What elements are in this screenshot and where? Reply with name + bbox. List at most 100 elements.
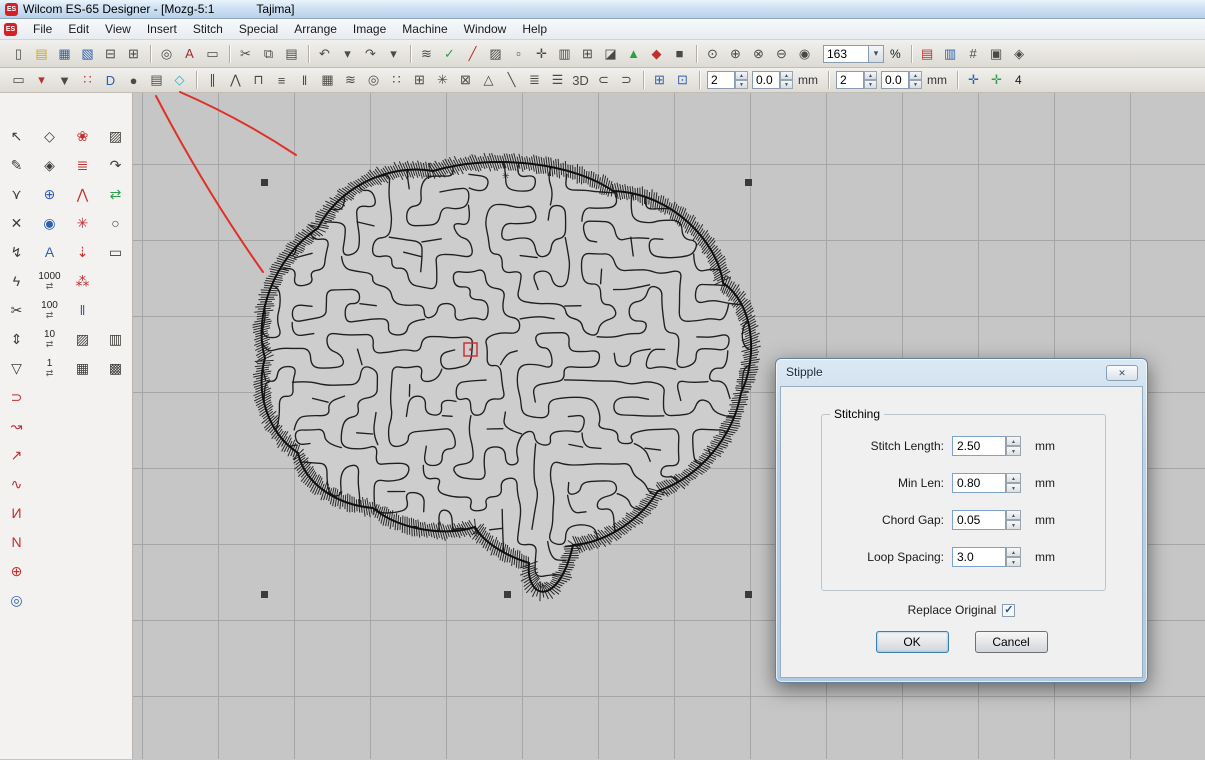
- rectangle-icon[interactable]: ▭: [103, 241, 129, 263]
- m-stitch-icon[interactable]: N: [4, 531, 30, 553]
- spin-up-button[interactable]: ▲: [1006, 547, 1021, 557]
- satin-icon[interactable]: ∥: [202, 70, 223, 91]
- lattice-icon[interactable]: ⊞: [409, 70, 430, 91]
- ok-button[interactable]: OK: [876, 631, 949, 653]
- zoom-out-icon[interactable]: ⊖: [771, 43, 792, 64]
- open-curve-icon[interactable]: ⊃: [4, 386, 30, 408]
- weave-icon[interactable]: ⊠: [455, 70, 476, 91]
- menu-special[interactable]: Special: [231, 20, 286, 38]
- mesh-fill-icon[interactable]: ▨: [70, 328, 96, 350]
- sphere-icon[interactable]: ●: [123, 70, 144, 91]
- polygon-icon[interactable]: ◈: [37, 154, 63, 176]
- fill-table-icon[interactable]: ⊞: [577, 43, 598, 64]
- stipple-icon[interactable]: ▤: [146, 70, 167, 91]
- stitch-length-input[interactable]: [952, 436, 1006, 456]
- stepper-buttons[interactable]: ▲▼: [864, 71, 877, 89]
- knife-icon[interactable]: ✕: [4, 212, 30, 234]
- stepper-buttons[interactable]: ▲▼: [780, 71, 793, 89]
- print-icon[interactable]: ⊟: [100, 43, 121, 64]
- branch-icon[interactable]: ⋎: [4, 183, 30, 205]
- stepper-offset-a-input[interactable]: [707, 71, 735, 89]
- design-properties-icon[interactable]: ▣: [986, 43, 1007, 64]
- dense-fill-icon[interactable]: ≣: [524, 70, 545, 91]
- process-icon[interactable]: ✓: [439, 43, 460, 64]
- backstitch-icon[interactable]: ╲: [501, 70, 522, 91]
- jump-stitch-icon[interactable]: ↗: [4, 444, 30, 466]
- n-stitch-icon[interactable]: И: [4, 502, 30, 524]
- paste-icon[interactable]: ▤: [281, 43, 302, 64]
- nudge-1000[interactable]: 1000⇄: [35, 270, 65, 292]
- e-stitch-icon[interactable]: ⊓: [248, 70, 269, 91]
- measure-icon[interactable]: ⊙: [702, 43, 723, 64]
- design-d-icon[interactable]: D: [100, 70, 121, 91]
- updown-icon[interactable]: ⇕: [4, 328, 30, 350]
- menu-insert[interactable]: Insert: [139, 20, 185, 38]
- nudge-1[interactable]: 1⇄: [35, 357, 65, 379]
- spiral-icon[interactable]: ◎: [363, 70, 384, 91]
- block-a-icon[interactable]: ▥: [103, 328, 129, 350]
- shade-fill-icon[interactable]: ▦: [70, 357, 96, 379]
- hoop-icon[interactable]: ◎: [156, 43, 177, 64]
- nudge-10[interactable]: 10⇄: [35, 328, 65, 350]
- spin-up-button[interactable]: ▲: [1006, 473, 1021, 483]
- peak-icon[interactable]: △: [478, 70, 499, 91]
- spiral-blue-icon[interactable]: ◎: [4, 589, 30, 611]
- replace-original-checkbox[interactable]: ✓: [1002, 604, 1015, 617]
- bars-icon[interactable]: ‖: [294, 70, 315, 91]
- copy-icon[interactable]: ⧉: [258, 43, 279, 64]
- triple-run-icon[interactable]: ⁂: [70, 270, 96, 292]
- power-icon[interactable]: ϟ: [4, 270, 30, 292]
- flower-icon[interactable]: ❀: [70, 125, 96, 147]
- applique-icon[interactable]: ◆: [646, 43, 667, 64]
- pillars-icon[interactable]: ‖: [70, 299, 96, 321]
- wave-run-icon[interactable]: ↝: [4, 415, 30, 437]
- block-b-icon[interactable]: ▩: [103, 357, 129, 379]
- menu-machine[interactable]: Machine: [394, 20, 455, 38]
- column-icon[interactable]: ▥: [554, 43, 575, 64]
- menu-image[interactable]: Image: [345, 20, 394, 38]
- thread-colors-icon[interactable]: ▥: [940, 43, 961, 64]
- stepper-buttons[interactable]: ▲▼: [735, 71, 748, 89]
- dropdown-icon[interactable]: ▼: [54, 70, 75, 91]
- zoom-input[interactable]: [823, 45, 869, 63]
- zoom-dropdown-icon[interactable]: ▾: [869, 45, 884, 63]
- menu-arrange[interactable]: Arrange: [286, 20, 345, 38]
- menu-stitch[interactable]: Stitch: [185, 20, 231, 38]
- zoom-box-icon[interactable]: ⊗: [748, 43, 769, 64]
- outline-object-icon[interactable]: ▭: [8, 70, 29, 91]
- spin-up-button[interactable]: ▲: [1006, 510, 1021, 520]
- loop-spacing-input[interactable]: [952, 547, 1006, 567]
- spin-down-button[interactable]: ▼: [1006, 483, 1021, 493]
- gradient-icon[interactable]: ◪: [600, 43, 621, 64]
- freehand-select-icon[interactable]: ✎: [4, 154, 30, 176]
- spin-up-button[interactable]: ▲: [1006, 436, 1021, 446]
- effects-3d-icon[interactable]: 3D: [570, 70, 591, 91]
- triangle-icon[interactable]: ▽: [4, 357, 30, 379]
- solid-icon[interactable]: ■: [669, 43, 690, 64]
- nudge-100[interactable]: 100⇄: [35, 299, 65, 321]
- select-icon[interactable]: ↖: [4, 125, 30, 147]
- run-stitch-icon[interactable]: ⇣: [70, 241, 96, 263]
- squiggle-run-icon[interactable]: ∿: [4, 473, 30, 495]
- dialog-title-bar[interactable]: Stipple: [776, 359, 1147, 385]
- cut-icon[interactable]: ✂: [235, 43, 256, 64]
- undo-icon[interactable]: ↶: [314, 43, 335, 64]
- stepper-offset-b-input[interactable]: [836, 71, 864, 89]
- ellipse-icon[interactable]: ○: [103, 212, 129, 234]
- options-icon[interactable]: ◈: [1009, 43, 1030, 64]
- window-menu-icon[interactable]: ES: [4, 23, 17, 36]
- zoom-fit-icon[interactable]: ◉: [794, 43, 815, 64]
- menu-edit[interactable]: Edit: [60, 20, 97, 38]
- center-design-icon[interactable]: ✛: [986, 70, 1007, 91]
- curve-left-icon[interactable]: ⊂: [593, 70, 614, 91]
- color-film-icon[interactable]: ▤: [917, 43, 938, 64]
- zigzag-column-icon[interactable]: ⋀: [70, 183, 96, 205]
- lettering-icon[interactable]: A: [179, 43, 200, 64]
- lettering-tool-icon[interactable]: A: [37, 241, 63, 263]
- move-design-icon[interactable]: ✛: [963, 70, 984, 91]
- snap-grid-icon[interactable]: ⊡: [672, 70, 693, 91]
- redo-icon[interactable]: ↷: [360, 43, 381, 64]
- cross-stitch-icon[interactable]: ∷: [386, 70, 407, 91]
- reshape-icon[interactable]: ◇: [37, 125, 63, 147]
- star-fill-icon[interactable]: ✳: [432, 70, 453, 91]
